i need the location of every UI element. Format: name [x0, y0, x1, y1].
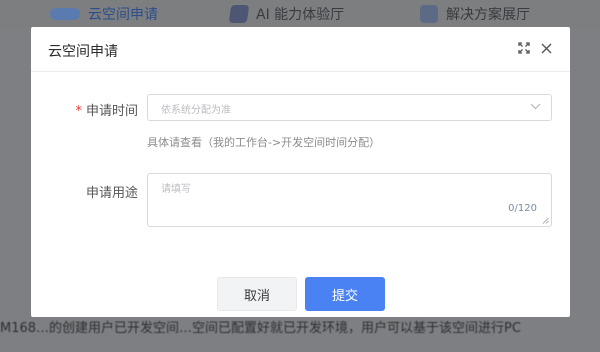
resize-handle-icon [542, 217, 549, 224]
nav-item-label: AI 能力体验厅 [256, 7, 345, 23]
nav-item-label: 云空间申请 [88, 7, 158, 23]
apply-dialog: 云空间申请 * 申请时间 依系统分配为准 具体请查看（我的工作台->开发空间时间分… [31, 27, 570, 317]
nav-item-solution-hall[interactable]: 解决方案展厅 [420, 0, 530, 28]
cancel-button[interactable]: 取消 [217, 277, 297, 311]
header-divider [31, 71, 570, 72]
close-button[interactable] [537, 39, 555, 57]
expand-icon [518, 42, 530, 54]
chevron-down-icon [530, 103, 541, 110]
apply-use-label: 申请用途 [85, 186, 138, 201]
required-mark: * [75, 104, 82, 119]
background-text: M168…的创建用户已开发空间…空间已配置好就已开发环境，用户可以基于该空间进行… [0, 321, 521, 336]
submit-button[interactable]: 提交 [305, 277, 385, 311]
document-icon [420, 5, 438, 23]
nav-item-cloud-space[interactable]: 云空间申请 [50, 0, 158, 28]
char-counter: 0/120 [508, 203, 537, 214]
apply-time-hint: 具体请查看（我的工作台->开发空间时间分配） [147, 136, 381, 149]
apply-time-label-text: 申请时间 [85, 104, 138, 119]
fullscreen-button[interactable] [515, 39, 533, 57]
close-icon [541, 43, 551, 53]
apply-time-label: * 申请时间 [48, 100, 138, 119]
nav-item-label: 解决方案展厅 [446, 7, 530, 23]
nav-item-ai-hall[interactable]: AI 能力体验厅 [228, 0, 345, 28]
apply-use-textarea[interactable]: 请填写 0/120 [147, 173, 552, 227]
dialog-title: 云空间申请 [48, 44, 118, 60]
cloud-icon [50, 8, 80, 20]
cube-icon [228, 5, 250, 23]
apply-time-placeholder: 依系统分配为准 [161, 105, 231, 116]
apply-time-select[interactable]: 依系统分配为准 [147, 94, 552, 121]
apply-use-placeholder: 请填写 [161, 184, 191, 195]
